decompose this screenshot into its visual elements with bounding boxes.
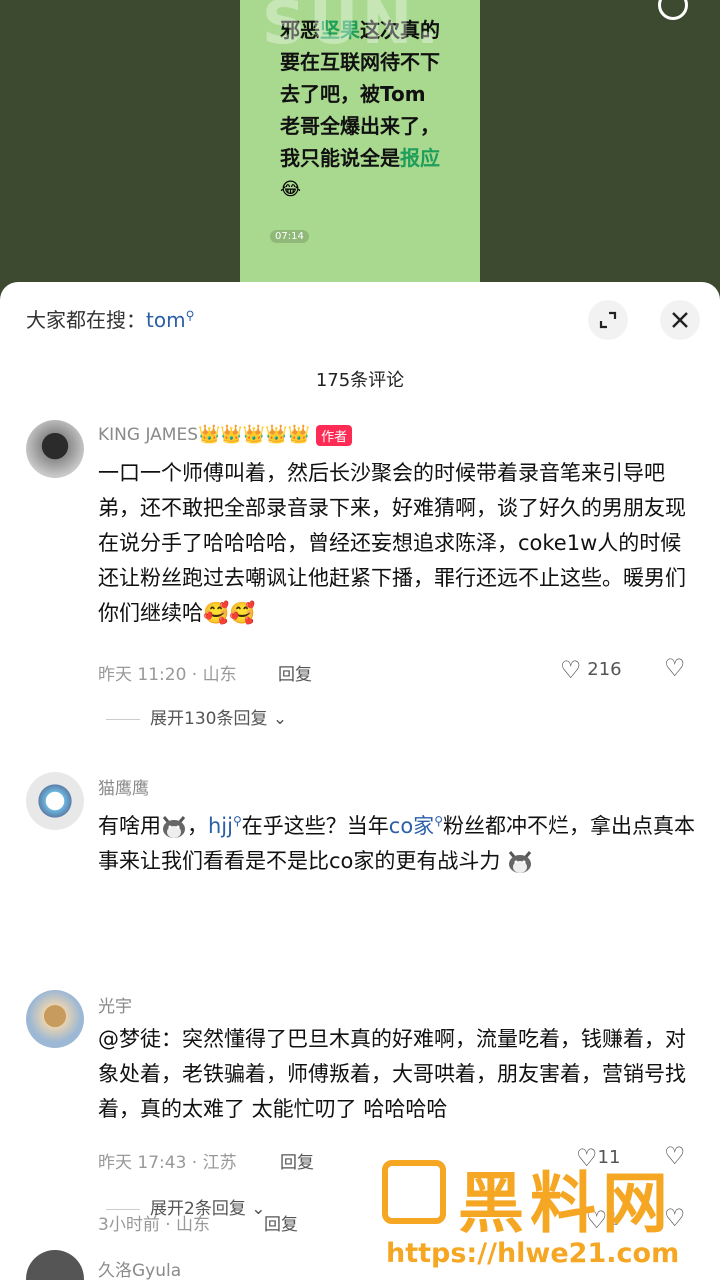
chevron-down-icon: ⌄ — [272, 709, 288, 729]
dislike-icon[interactable]: ♡ — [664, 654, 686, 682]
close-icon[interactable] — [660, 300, 700, 340]
heart-icon: ♡ — [560, 656, 582, 684]
trending-search-prefix: 大家都在搜： — [26, 308, 146, 332]
expand-label: 展开2条回复 — [150, 1199, 246, 1219]
avatar[interactable] — [26, 772, 84, 830]
expand-replies-button[interactable]: 展开130条回复 ⌄ — [106, 704, 287, 729]
comment-username[interactable]: 猫鹰鹰 — [98, 774, 149, 799]
search-keyword-link[interactable]: co家 — [389, 814, 434, 838]
mention-link[interactable]: hjj — [208, 814, 233, 838]
author-badge: 作者 — [316, 424, 353, 446]
username-text: KING JAMES — [98, 425, 198, 445]
expand-replies-button[interactable]: 展开2条回复 ⌄ — [106, 1194, 265, 1219]
comment-time-location: 昨天 17:43 · 江苏 — [98, 1153, 237, 1173]
video-caption-line: 去了吧，被Tom — [280, 82, 426, 106]
comment-count: 175条评论 — [315, 370, 405, 391]
avatar[interactable] — [26, 420, 84, 478]
search-icon: ⚲ — [185, 308, 195, 323]
husky-emoji-icon — [161, 815, 187, 839]
logo-icon — [382, 1160, 446, 1224]
video-caption-line: 老哥全爆出来了， — [280, 114, 440, 138]
video-watermark: SUN. — [262, 0, 443, 58]
site-watermark-logo: 黑料网 https://hlwe21.com — [382, 1150, 702, 1280]
avatar[interactable] — [26, 990, 84, 1048]
like-count: 216 — [587, 659, 622, 680]
comment-text-segment: ， — [187, 814, 208, 838]
video-caption-line: 我只能说全是报应 — [280, 146, 440, 170]
trending-search-keyword[interactable]: tom — [146, 308, 186, 332]
comment-text-segment: 在乎这些？当年 — [241, 814, 389, 838]
reply-button[interactable]: 回复 — [280, 1148, 314, 1173]
reply-button[interactable]: 回复 — [264, 1210, 298, 1235]
avatar[interactable] — [26, 1250, 84, 1280]
video-timestamp: 07:14 — [270, 230, 309, 243]
comments-sheet: 大家都在搜：tom⚲ 175条评论 KING JAMES👑👑👑👑👑 作者 一口一个… — [0, 282, 720, 1280]
laugh-emoji: 😂 — [280, 179, 302, 200]
expand-icon[interactable] — [588, 300, 628, 340]
chevron-down-icon: ⌄ — [251, 1199, 266, 1219]
crown-icon: 👑👑👑👑👑 — [198, 424, 311, 445]
trending-search[interactable]: 大家都在搜：tom⚲ — [26, 304, 194, 333]
search-icon: ⚲ — [434, 814, 443, 828]
like-button[interactable]: ♡ 216 — [560, 656, 622, 684]
comment-username[interactable]: KING JAMES👑👑👑👑👑 作者 — [98, 424, 353, 446]
comment-text-segment: 有啥用 — [98, 814, 161, 838]
comment-username[interactable]: 久洛Gyula — [98, 1256, 181, 1280]
comment-username[interactable]: 光宇 — [98, 992, 132, 1017]
search-icon: ⚲ — [232, 814, 242, 828]
comment-text: 有啥用 ，hjj⚲在乎这些？当年co家⚲粉丝都冲不烂，拿出点真本事来让我们看看是不… — [98, 804, 698, 879]
comment-text: @梦徒：突然懂得了巴旦木真的好难啊，流量吃着，钱赚着，对象处着，老铁骗着，师傅叛… — [98, 1027, 686, 1121]
watermark-title: 黑料网 — [458, 1165, 674, 1242]
reply-button[interactable]: 回复 — [278, 660, 312, 685]
comment-time-location: 昨天 11:20 · 山东 — [98, 665, 237, 685]
watermark-url: https://hlwe21.com — [386, 1238, 680, 1269]
comment-text: 一口一个师傅叫着，然后长沙聚会的时候带着录音笔来引导吧弟，还不敢把全部录音录下来… — [98, 461, 686, 625]
expand-label: 展开130条回复 — [150, 709, 268, 729]
husky-emoji-icon — [507, 850, 533, 874]
